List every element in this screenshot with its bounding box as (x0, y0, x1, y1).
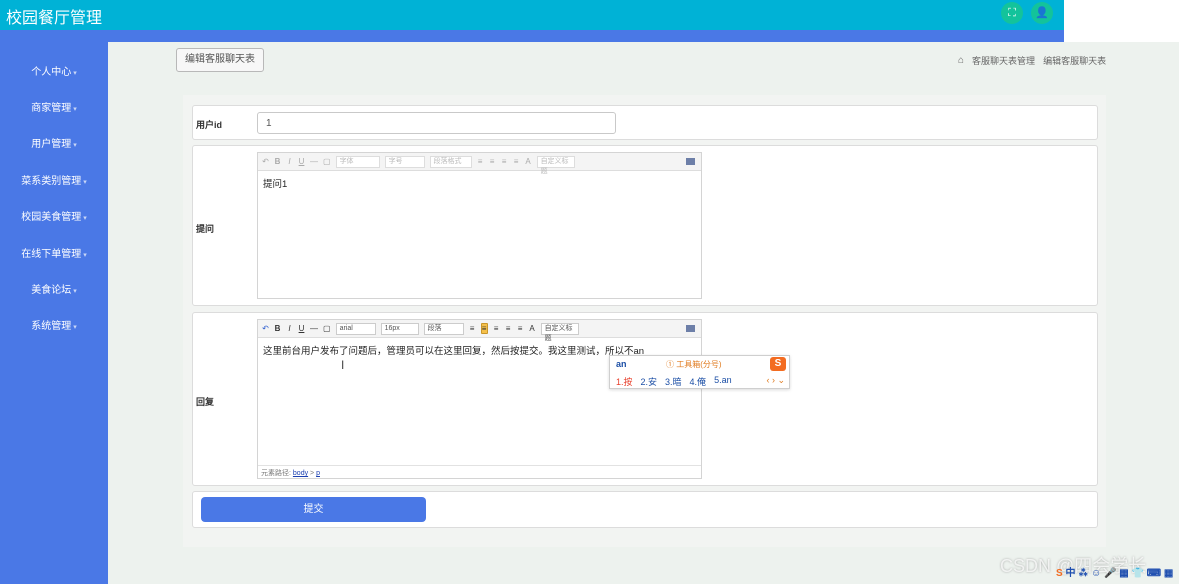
horizontal-rule-icon: — (310, 157, 318, 166)
header-strip (0, 30, 1064, 42)
chevron-down-icon: ▾ (83, 252, 87, 259)
fullscreen-icon (686, 158, 695, 165)
sidebar-item-food[interactable]: 校园美食管理 ▾ (0, 208, 108, 223)
breadcrumb-item-edit: 编辑客服聊天表 (1043, 56, 1107, 66)
custom-title-select: 自定义标题 (536, 155, 575, 175)
align-left-icon: ≡ (477, 157, 483, 166)
path-body-link[interactable]: body (293, 470, 308, 477)
reply-editor-toolbar: ↶ B I U — ▢ arial 16px 段落 ≡ ≡ ≡ ≡ ≡ A 自定… (258, 320, 701, 342)
align-left-active-icon[interactable]: ≡ (480, 323, 488, 334)
sidebar-item-orders[interactable]: 在线下单管理 ▾ (0, 245, 108, 260)
submit-button[interactable]: 提交 (201, 497, 426, 522)
ime-candidate[interactable]: 5.an (714, 375, 732, 388)
user-id-input[interactable]: 1 (257, 112, 616, 134)
chevron-down-icon: ▾ (73, 142, 77, 149)
custom-title-select[interactable]: 自定义标题 (540, 322, 579, 342)
align-right-icon[interactable]: ≡ (505, 324, 512, 333)
home-icon[interactable]: ⌂ (958, 55, 964, 66)
ime-page-nav[interactable]: ‹ › ⌄ (766, 375, 785, 386)
font-size-select: 字号 (384, 155, 425, 168)
chevron-down-icon: ▾ (73, 324, 77, 331)
chevron-down-icon: ▾ (83, 179, 87, 186)
page-title-button[interactable]: 编辑客服聊天表 (176, 48, 264, 72)
sogou-logo-icon: S (770, 357, 786, 371)
chevron-down-icon: ▾ (73, 70, 77, 77)
ime-candidate[interactable]: 4.俺 (690, 375, 707, 388)
clear-format-icon: ▢ (323, 157, 331, 166)
bold-icon[interactable]: B (274, 324, 281, 333)
top-bar: 校园餐厅管理 ⛶ 👤 (0, 0, 1064, 30)
bold-icon: B (274, 157, 281, 166)
font-color-icon[interactable]: A (529, 324, 536, 333)
ime-candidate[interactable]: 3.暗 (665, 375, 682, 388)
chevron-down-icon: ▾ (73, 106, 77, 113)
paragraph-select: 段落格式 (429, 155, 472, 168)
sidebar-item-merchants[interactable]: 商家管理 ▾ (0, 99, 108, 114)
ime-toolbox-tip[interactable]: ① 工具箱(分号) (666, 359, 722, 370)
font-family-select[interactable]: arial (335, 322, 376, 335)
question-label: 提问 (196, 224, 215, 234)
align-center-icon: ≡ (489, 157, 495, 166)
paragraph-select[interactable]: 段落 (423, 322, 464, 335)
path-p-link[interactable]: p (316, 470, 320, 477)
fullscreen-button[interactable]: ⛶ (1001, 2, 1023, 24)
sidebar-item-users[interactable]: 用户管理 ▾ (0, 135, 108, 150)
user-button[interactable]: 👤 (1031, 2, 1053, 24)
underline-icon[interactable]: U (298, 324, 305, 333)
reply-editor[interactable]: ↶ B I U — ▢ arial 16px 段落 ≡ ≡ ≡ ≡ ≡ A 自定… (257, 319, 702, 479)
question-editor-content[interactable]: 提问1 (258, 171, 701, 195)
horizontal-rule-icon[interactable]: — (310, 324, 318, 333)
user-id-label: 用户id (196, 120, 222, 130)
ime-candidate[interactable]: 2.安 (641, 375, 658, 388)
align-left-icon[interactable]: ≡ (469, 324, 476, 333)
underline-icon: U (298, 157, 305, 166)
question-editor-toolbar: ↶ B I U — ▢ 字体 字号 段落格式 ≡ ≡ ≡ ≡ A 自定义标题 (258, 153, 701, 175)
clear-format-icon[interactable]: ▢ (323, 324, 331, 333)
ime-pinyin: an (616, 359, 627, 369)
user-icon: 👤 (1035, 7, 1049, 19)
sidebar-item-system[interactable]: 系统管理 ▾ (0, 317, 108, 332)
breadcrumb: ⌂ 客服聊天表管理 编辑客服聊天表 (958, 54, 1106, 67)
italic-icon: I (288, 157, 291, 166)
undo-icon: ↶ (262, 157, 269, 166)
breadcrumb-item-manage[interactable]: 客服聊天表管理 (972, 54, 1035, 67)
font-color-icon: A (525, 157, 531, 166)
expand-icon: ⛶ (1008, 7, 1016, 19)
align-right-icon: ≡ (501, 157, 507, 166)
undo-icon[interactable]: ↶ (262, 324, 269, 333)
sogou-tray-icon: S (1056, 568, 1063, 579)
element-path: 元素路径: body > p (258, 465, 701, 478)
sidebar-item-cuisine[interactable]: 菜系类别管理 ▾ (0, 172, 108, 187)
fullscreen-icon[interactable] (686, 325, 695, 332)
italic-icon[interactable]: I (286, 324, 293, 333)
reply-label: 回复 (196, 397, 215, 407)
align-justify-icon[interactable]: ≡ (517, 324, 524, 333)
sidebar-item-forum[interactable]: 美食论坛 ▾ (0, 281, 108, 296)
chevron-down-icon: ▾ (83, 215, 87, 222)
app-title: 校园餐厅管理 (6, 10, 103, 27)
sidebar-item-profile[interactable]: 个人中心 ▾ (0, 63, 108, 78)
align-center-icon[interactable]: ≡ (493, 324, 500, 333)
question-editor[interactable]: ↶ B I U — ▢ 字体 字号 段落格式 ≡ ≡ ≡ ≡ A 自定义标题 提… (257, 152, 702, 299)
ime-candidate-popup: an ① 工具箱(分号) S 1.按 2.安 3.暗 4.俺 5.an ‹ › … (609, 355, 790, 389)
font-family-select: 字体 (335, 155, 380, 168)
sidebar: 个人中心 ▾ 商家管理 ▾ 用户管理 ▾ 菜系类别管理 ▾ 校园美食管理 ▾ 在线下单管理… (0, 42, 108, 584)
ime-candidate[interactable]: 1.按 (616, 375, 633, 388)
text-cursor-icon: I (341, 358, 345, 372)
ime-tray[interactable]: S 中 ⁂ ☺ 🎤 ▦ 👕 ⌨ ▦ (1056, 564, 1173, 579)
chevron-down-icon: ▾ (73, 288, 77, 295)
font-size-select[interactable]: 16px (380, 322, 419, 335)
align-justify-icon: ≡ (513, 157, 519, 166)
ime-candidates: 1.按 2.安 3.暗 4.俺 5.an (616, 375, 732, 388)
